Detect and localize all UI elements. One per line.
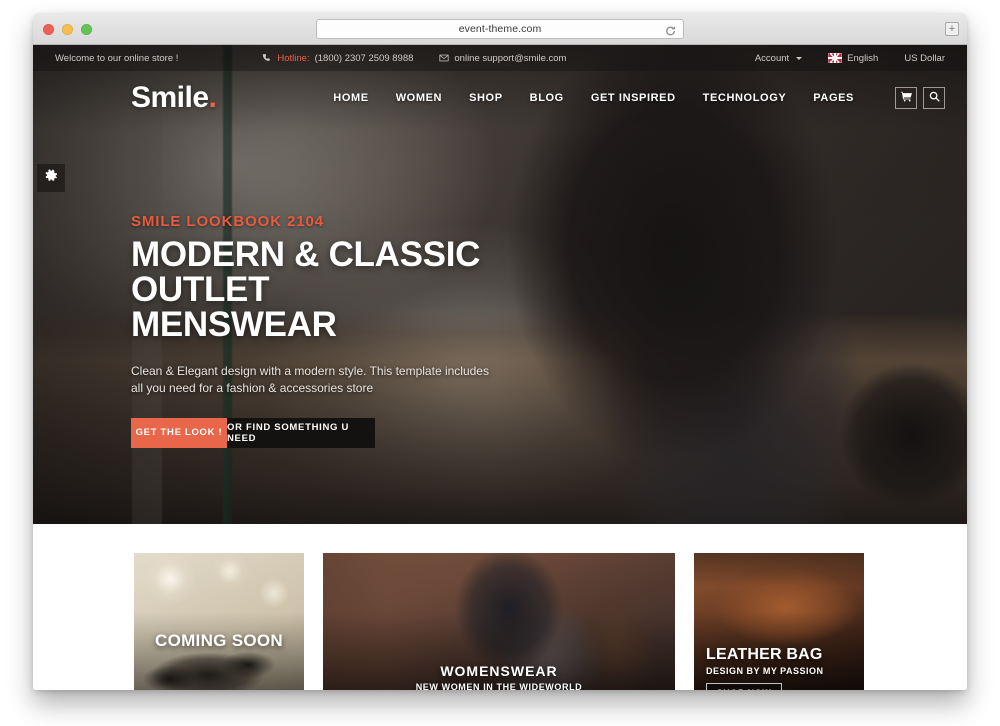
search-icon [929,89,940,107]
site-topbar: Welcome to our online store ! Hotline: (… [33,45,967,71]
welcome-text: Welcome to our online store ! [55,52,179,64]
coming-soon-label: COMING SOON [155,631,283,650]
cart-icon [900,89,912,107]
hero-title-line-1: MODERN & CLASSIC [131,235,481,274]
envelope-icon [439,53,449,63]
email-item[interactable]: online support@smile.com [439,53,566,64]
hero-title: MODERN & CLASSIC OUTLET MENSWEAR [131,237,551,342]
page-viewport: Welcome to our online store ! Hotline: (… [33,45,967,690]
card-overlay [134,553,304,690]
womenswear-title: WOMENSWEAR [440,663,558,679]
nav-item-blog[interactable]: BLOG [530,92,564,104]
hotline-item[interactable]: Hotline: (1800) 2307 2509 8988 [262,53,413,64]
hero-section: Welcome to our online store ! Hotline: (… [33,45,967,524]
nav-item-get-inspired[interactable]: GET INSPIRED [591,92,676,104]
currency-selector[interactable]: US Dollar [904,53,945,64]
nav-item-women[interactable]: WOMEN [396,92,442,104]
get-the-look-button[interactable]: GET THE LOOK ! [131,417,227,448]
hotline-label: Hotline: [277,52,310,64]
promo-card-leather-bag[interactable]: LEATHER BAG DESIGN BY MY PASSION SHOP NO… [694,553,864,690]
nav-item-shop[interactable]: SHOP [469,92,503,104]
promo-card-womenswear[interactable]: WOMENSWEAR NEW WOMEN IN THE WIDEWORLD [323,553,675,690]
site-logo[interactable]: Smile. [131,81,217,115]
address-bar-url: event-theme.com [458,23,542,35]
window-controls [43,24,92,35]
hero-content: SMILE LOOKBOOK 2104 MODERN & CLASSIC OUT… [131,213,551,448]
logo-dot: . [208,81,217,114]
search-button[interactable] [923,87,945,109]
womenswear-caption: WOMENSWEAR NEW WOMEN IN THE WIDEWORLD [323,663,675,690]
currency-label: US Dollar [904,52,945,64]
womenswear-subtitle: NEW WOMEN IN THE WIDEWORLD [415,682,583,690]
site-navbar: Smile. HOME WOMEN SHOP BLOG GET INSPIRED… [33,71,967,125]
account-menu[interactable]: Account [754,52,803,64]
leather-bag-title: LEATHER BAG [706,646,823,663]
account-label: Account [754,52,790,64]
promo-cards-row: COMING SOON WOMENSWEAR NEW WOMEN IN THE … [33,553,967,690]
nav-item-home[interactable]: HOME [333,92,368,104]
reload-icon[interactable] [665,24,676,36]
cart-button[interactable] [895,87,917,109]
hero-subtitle: Clean & Elegant design with a modern sty… [131,364,489,396]
browser-titlebar: event-theme.com + [33,13,967,45]
uk-flag-icon [828,53,843,63]
hotline-number: (1800) 2307 2509 8988 [314,52,414,64]
gear-icon [44,168,58,188]
language-selector[interactable]: English [828,53,878,64]
minimize-window-button[interactable] [62,24,73,35]
find-something-button[interactable]: OR FIND SOMETHING U NEED [227,417,375,448]
leather-bag-subtitle: DESIGN BY MY PASSION [706,666,824,676]
maximize-window-button[interactable] [81,24,92,35]
topbar-welcome: Welcome to our online store ! [55,53,178,64]
email-text: online support@smile.com [454,52,567,64]
hero-title-line-3: MENSWEAR [131,305,337,344]
address-bar[interactable]: event-theme.com [316,19,684,39]
promo-cards-section: COMING SOON WOMENSWEAR NEW WOMEN IN THE … [33,524,967,690]
logo-text: Smile [131,81,209,114]
promo-card-coming-soon[interactable]: COMING SOON [134,553,304,690]
theme-settings-button[interactable] [37,164,65,192]
browser-window: event-theme.com + Welcome to our online … [33,13,967,690]
topbar-contact-group: Hotline: (1800) 2307 2509 8988 online su… [262,53,566,64]
topbar-options: Account English US Dollar [755,53,945,64]
close-window-button[interactable] [43,24,54,35]
nav-item-pages[interactable]: PAGES [813,92,854,104]
new-tab-button[interactable]: + [945,22,959,36]
phone-icon [262,53,272,63]
hero-eyebrow: SMILE LOOKBOOK 2104 [131,213,324,230]
primary-nav: HOME WOMEN SHOP BLOG GET INSPIRED TECHNO… [333,87,945,109]
leather-bag-caption: LEATHER BAG DESIGN BY MY PASSION SHOP NO… [706,646,824,690]
nav-action-buttons [895,87,945,109]
hero-cta-group: GET THE LOOK ! OR FIND SOMETHING U NEED [131,417,551,448]
language-label: English [847,52,879,64]
shop-now-button[interactable]: SHOP NOW [706,683,782,690]
chevron-down-icon [796,56,803,60]
hero-title-line-2: OUTLET [131,270,270,309]
nav-item-technology[interactable]: TECHNOLOGY [703,92,787,104]
